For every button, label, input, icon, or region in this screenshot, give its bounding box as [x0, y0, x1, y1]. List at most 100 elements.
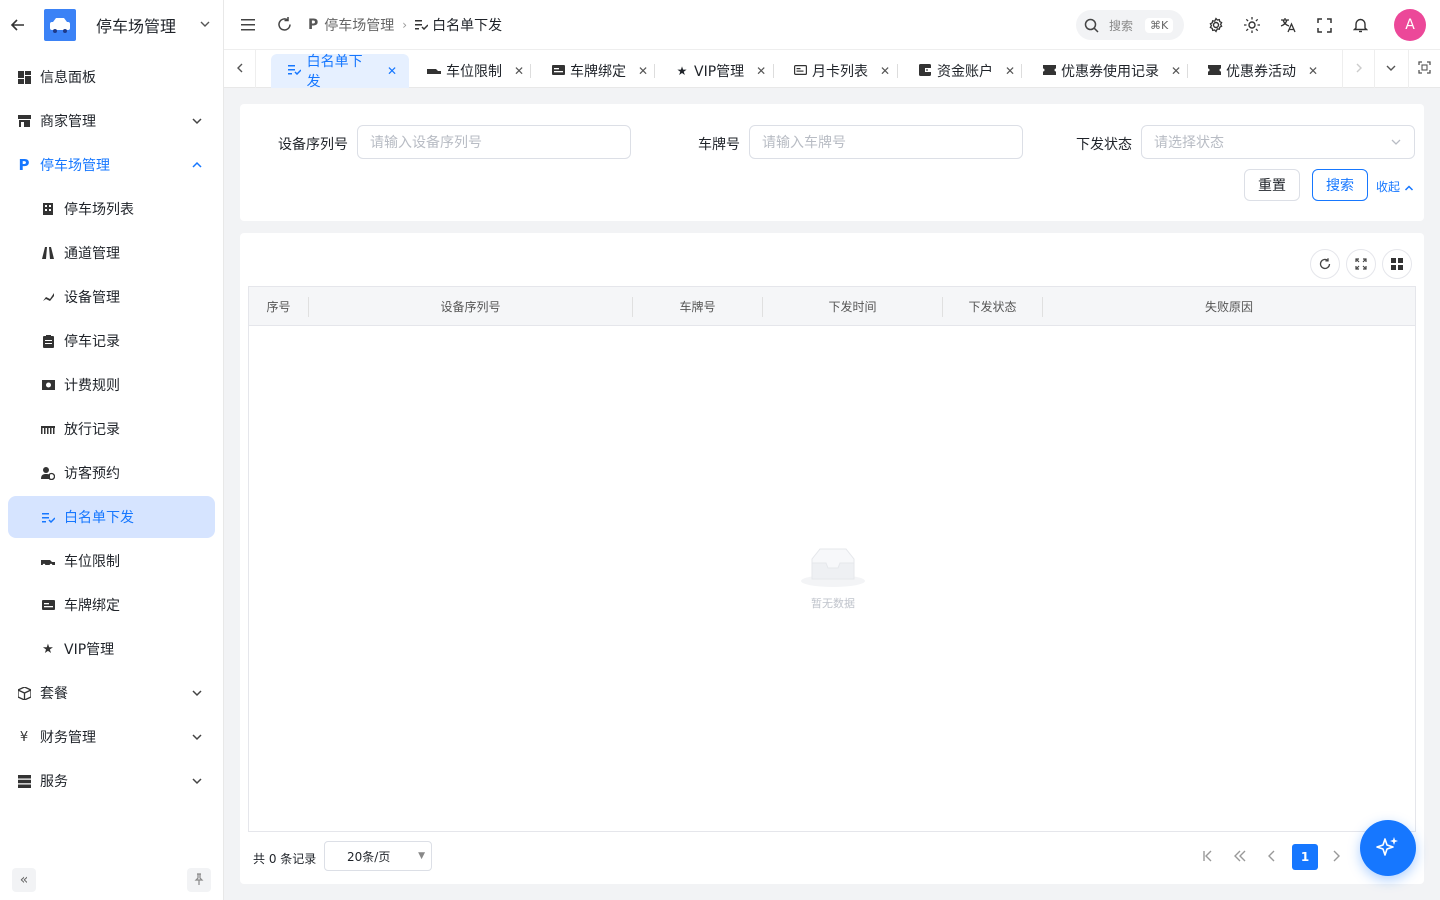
sidebar-item-parking-record[interactable]: 停车记录: [8, 320, 215, 362]
parking-icon: P: [18, 156, 30, 174]
sidebar-item-dashboard[interactable]: 信息面板: [8, 56, 215, 98]
page-number-current[interactable]: 1: [1292, 844, 1318, 870]
refresh-icon: [1319, 258, 1331, 270]
sidebar-item-plate-binding[interactable]: 车牌绑定: [8, 584, 215, 626]
sidebar-item-finance[interactable]: ¥ 财务管理: [8, 716, 215, 758]
first-page-icon[interactable]: [1198, 846, 1218, 866]
tab-list-dropdown-button[interactable]: [1374, 50, 1406, 88]
column-header-issue-status[interactable]: 下发状态: [943, 287, 1042, 326]
chevron-left-icon: [235, 62, 245, 76]
chevron-down-icon[interactable]: [195, 18, 215, 33]
column-header-fail-reason[interactable]: 失败原因: [1043, 287, 1415, 326]
column-header-index[interactable]: 序号: [249, 287, 308, 326]
chevron-down-icon: [189, 729, 205, 745]
money-icon: [40, 377, 56, 393]
status-placeholder: 请选择状态: [1154, 135, 1224, 151]
prev-group-icon[interactable]: [1230, 846, 1250, 866]
refresh-icon[interactable]: [274, 15, 294, 35]
collapse-sidebar-button[interactable]: «: [12, 868, 36, 892]
tab-coupon-activity[interactable]: 优惠券活动 ✕: [1190, 54, 1330, 88]
parking-icon: P: [308, 16, 319, 33]
sidebar-item-merchant[interactable]: 商家管理: [8, 100, 215, 142]
tab-whitelist[interactable]: 白名单下发 ✕: [271, 54, 409, 90]
search-button[interactable]: 搜索: [1312, 169, 1368, 201]
sidebar-item-label: 停车记录: [64, 334, 120, 350]
close-icon[interactable]: ✕: [880, 64, 890, 78]
table-fullscreen-button[interactable]: [1346, 249, 1376, 279]
page-size-select[interactable]: 20条/页 ▼: [324, 841, 432, 871]
sidebar-item-label: 放行记录: [64, 422, 120, 438]
empty-inbox-icon: [800, 547, 866, 589]
reset-button[interactable]: 重置: [1244, 169, 1300, 201]
car-icon: [40, 553, 56, 569]
tab-divider: [654, 64, 655, 78]
close-icon[interactable]: ✕: [1308, 64, 1318, 78]
user-avatar[interactable]: A: [1394, 9, 1426, 41]
collapse-label: 收起: [1376, 180, 1401, 194]
settings-gear-icon[interactable]: [1206, 15, 1226, 35]
column-settings-button[interactable]: [1382, 249, 1412, 279]
close-icon[interactable]: ✕: [756, 64, 766, 78]
shortcut-badge: ⌘K: [1145, 17, 1174, 33]
tab-coupon-usage[interactable]: 优惠券使用记录 ✕: [1025, 54, 1193, 88]
store-icon: [16, 113, 32, 129]
column-header-issue-time[interactable]: 下发时间: [763, 287, 942, 326]
sidebar-item-parking[interactable]: P 停车场管理: [8, 144, 215, 186]
sidebar-item-billing[interactable]: 计费规则: [8, 364, 215, 406]
close-icon[interactable]: ✕: [514, 64, 524, 78]
ai-assistant-button[interactable]: [1360, 820, 1416, 876]
sidebar-item-label: 套餐: [40, 686, 68, 702]
visitor-icon: [40, 465, 56, 481]
tab-space-limit[interactable]: 车位限制 ✕: [410, 54, 536, 88]
theme-sun-icon[interactable]: [1242, 15, 1262, 35]
column-header-device-serial[interactable]: 设备序列号: [309, 287, 632, 326]
tab-scroll-left-button[interactable]: [224, 50, 256, 88]
breadcrumb-item[interactable]: 停车场管理: [324, 15, 394, 35]
prev-page-icon[interactable]: [1262, 846, 1282, 866]
list-check-icon: [40, 509, 56, 525]
device-serial-input[interactable]: 请输入设备序列号: [357, 125, 631, 159]
tab-maximize-button[interactable]: [1408, 50, 1440, 88]
translate-icon[interactable]: [1278, 15, 1298, 35]
pin-sidebar-button[interactable]: [187, 868, 211, 892]
sidebar-item-visitor[interactable]: 访客预约: [8, 452, 215, 494]
tab-vip[interactable]: ★ VIP管理 ✕: [658, 54, 778, 88]
device-serial-placeholder: 请输入设备序列号: [370, 135, 482, 151]
sidebar-item-channel[interactable]: 通道管理: [8, 232, 215, 274]
close-icon[interactable]: ✕: [638, 64, 648, 78]
close-icon[interactable]: ✕: [1005, 64, 1015, 78]
sidebar-item-package[interactable]: 套餐: [8, 672, 215, 714]
close-icon[interactable]: ✕: [387, 64, 397, 78]
sidebar-item-device[interactable]: 设备管理: [8, 276, 215, 318]
table-refresh-button[interactable]: [1310, 249, 1340, 279]
sidebar-item-release-record[interactable]: 放行记录: [8, 408, 215, 450]
chevron-down-icon: [1385, 62, 1397, 77]
back-arrow-icon[interactable]: [8, 15, 28, 35]
sidebar-item-vip[interactable]: ★ VIP管理: [8, 628, 215, 670]
tab-scroll-right-button[interactable]: [1342, 50, 1374, 88]
tab-plate-binding[interactable]: 车牌绑定 ✕: [534, 54, 660, 88]
breadcrumb-current: 白名单下发: [432, 17, 503, 34]
status-select[interactable]: 请选择状态: [1141, 125, 1415, 159]
tab-fund-account[interactable]: 资金账户 ✕: [901, 54, 1027, 88]
sidebar: 停车场管理 信息面板 商家管理 P 停车场管理 停车场列表 通道管理 设备管理 …: [0, 0, 224, 900]
chevron-down-icon: [189, 773, 205, 789]
plate-input[interactable]: 请输入车牌号: [749, 125, 1023, 159]
fullscreen-icon[interactable]: [1314, 15, 1334, 35]
sidebar-item-parking-list[interactable]: 停车场列表: [8, 188, 215, 230]
menu-icon[interactable]: [238, 15, 258, 35]
sidebar-item-space-limit[interactable]: 车位限制: [8, 540, 215, 582]
tab-monthly-card[interactable]: 月卡列表 ✕: [776, 54, 902, 88]
column-header-plate[interactable]: 车牌号: [633, 287, 762, 326]
close-icon[interactable]: ✕: [1171, 64, 1181, 78]
list-check-icon: [415, 19, 429, 30]
notification-bell-icon[interactable]: [1350, 15, 1370, 35]
collapse-filter-link[interactable]: 收起: [1376, 178, 1414, 195]
sidebar-item-service[interactable]: 服务: [8, 760, 215, 802]
global-search[interactable]: 搜索 ⌘K: [1076, 10, 1184, 40]
sidebar-item-whitelist[interactable]: 白名单下发: [8, 496, 215, 538]
chevron-down-icon: [189, 685, 205, 701]
expand-icon: [1355, 258, 1367, 270]
sidebar-item-label: 访客预约: [64, 466, 120, 482]
next-page-icon[interactable]: [1326, 846, 1346, 866]
